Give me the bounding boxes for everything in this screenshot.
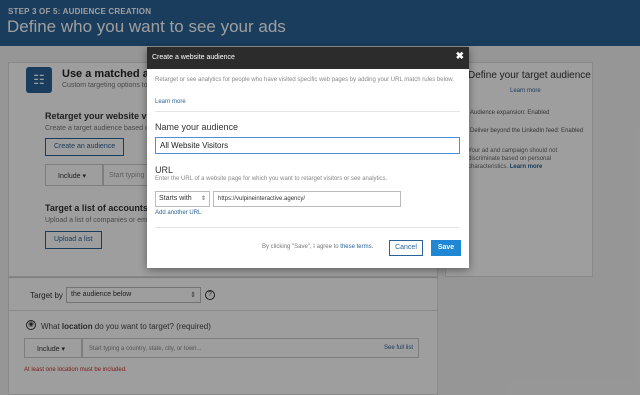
add-url-link[interactable]: Add another URL xyxy=(155,210,201,216)
divider xyxy=(155,111,460,112)
url-input[interactable]: https://vulpineinteractive.agency/ xyxy=(213,191,401,207)
website-audience-modal: Create a website audience ✖ Retarget or … xyxy=(147,47,469,268)
url-match-value: Starts with xyxy=(159,195,192,202)
cancel-button[interactable]: Cancel xyxy=(389,240,423,256)
updown-arrow-icon: ⇕ xyxy=(200,196,206,202)
terms-link[interactable]: these terms xyxy=(340,244,371,250)
close-icon[interactable]: ✖ xyxy=(456,51,464,62)
audience-name-label: Name your audience xyxy=(155,122,239,132)
modal-header: Create a website audience ✖ xyxy=(147,47,469,69)
modal-learn-more-link[interactable]: Learn more xyxy=(155,99,186,105)
divider xyxy=(155,227,460,228)
audience-name-input[interactable]: All Website Visitors xyxy=(155,137,460,154)
agree-text: By clicking "Save", I agree to xyxy=(262,244,341,250)
agree-end: . xyxy=(371,244,374,250)
url-description: Enter the URL of a website page for whic… xyxy=(155,176,388,182)
terms-agreement: By clicking "Save", I agree to these ter… xyxy=(262,244,373,250)
url-match-select[interactable]: Starts with ⇕ xyxy=(155,191,210,207)
modal-description: Retarget or see analytics for people who… xyxy=(155,77,454,83)
save-button[interactable]: Save xyxy=(431,240,461,256)
modal-title: Create a website audience xyxy=(152,54,235,61)
url-label: URL xyxy=(155,165,174,175)
